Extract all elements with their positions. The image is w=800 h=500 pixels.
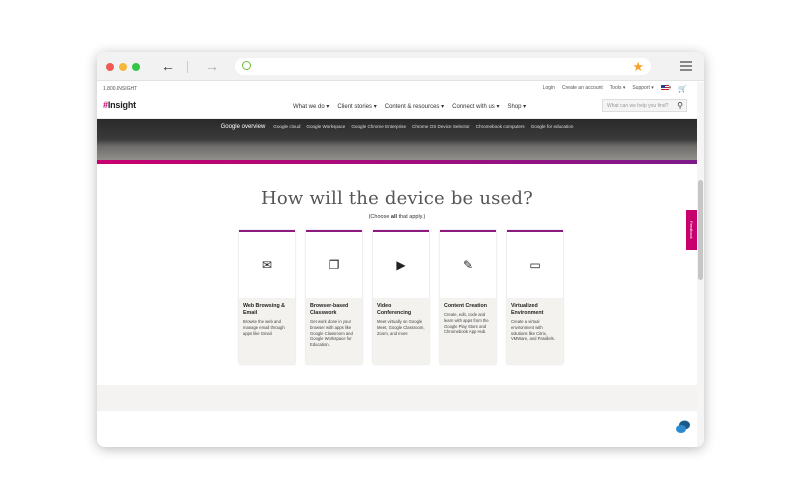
bookmark-star-icon[interactable]: ★ bbox=[632, 58, 644, 75]
utility-bar: 1.800.INSIGHT Login Create an account To… bbox=[97, 82, 697, 95]
hero-accent-strip bbox=[97, 160, 697, 164]
page-scrollbar[interactable] bbox=[697, 82, 704, 447]
card-video-conferencing[interactable]: ▶ Video Conferencing Meet virtually on G… bbox=[373, 230, 429, 364]
nav-content-resources[interactable]: Content & resources ▾ bbox=[385, 103, 444, 110]
minimize-window-button[interactable] bbox=[119, 63, 127, 71]
utility-links: Login Create an account Tools ▾ Support … bbox=[543, 85, 687, 93]
google-subnav: Google overview Google cloud Google Work… bbox=[97, 124, 697, 130]
nav-client-stories[interactable]: Client stories ▾ bbox=[337, 103, 376, 110]
login-link[interactable]: Login bbox=[543, 85, 555, 93]
close-window-button[interactable] bbox=[106, 63, 114, 71]
scrollbar-thumb[interactable] bbox=[698, 180, 703, 280]
maximize-window-button[interactable] bbox=[132, 63, 140, 71]
envelope-icon: ✉ bbox=[261, 258, 273, 272]
nav-links: What we do ▾ Client stories ▾ Content & … bbox=[293, 103, 526, 110]
subnav-device-selector[interactable]: Chrome OS Device Selector bbox=[412, 124, 470, 130]
footer-band bbox=[97, 385, 697, 411]
hero-banner: Google overview Google cloud Google Work… bbox=[97, 119, 697, 164]
subnav-google-workspace[interactable]: Google Workspace bbox=[306, 124, 345, 130]
back-arrow-icon[interactable]: ← bbox=[161, 58, 175, 74]
web-page: 1.800.INSIGHT Login Create an account To… bbox=[97, 82, 697, 447]
card-description: Get work done in your browser with apps … bbox=[310, 319, 353, 348]
nav-what-we-do[interactable]: What we do ▾ bbox=[293, 103, 329, 110]
hamburger-menu-icon[interactable] bbox=[680, 61, 692, 73]
forward-arrow-icon[interactable]: → bbox=[205, 58, 219, 74]
card-title: Content Creation bbox=[444, 303, 487, 309]
secure-icon bbox=[242, 61, 251, 70]
card-virtualized-environment[interactable]: ▭ Virtualized Environment Create a virtu… bbox=[507, 230, 563, 364]
card-title: Video Conferencing bbox=[377, 303, 412, 316]
card-web-browsing[interactable]: ✉ Web Browsing & Email Browse the web an… bbox=[239, 230, 295, 364]
toolbar-divider bbox=[187, 61, 188, 73]
edit-icon: ✎ bbox=[462, 258, 474, 272]
tools-menu[interactable]: Tools ▾ bbox=[610, 85, 626, 93]
nav-shop[interactable]: Shop ▾ bbox=[507, 103, 526, 110]
browser-window: ← → ★ 1.800.INSIGHT Login Create an acco… bbox=[97, 52, 704, 447]
subnav-google-education[interactable]: Google for education bbox=[531, 124, 574, 130]
card-title: Browser-based Classwork bbox=[310, 303, 349, 316]
create-account-link[interactable]: Create an account bbox=[562, 85, 603, 93]
search-input[interactable]: What can we help you find? ⚲ bbox=[602, 99, 687, 112]
card-content-creation[interactable]: ✎ Content Creation Create, edit, code an… bbox=[440, 230, 496, 364]
browser-toolbar: ← → ★ bbox=[97, 52, 704, 81]
subnav-chrome-enterprise[interactable]: Google Chrome Enterprise bbox=[351, 124, 406, 130]
page-subtitle: (Choose all that apply.) bbox=[368, 214, 426, 220]
card-description: Create, edit, code and learn with apps f… bbox=[444, 312, 489, 335]
chat-bubbles-icon[interactable] bbox=[675, 419, 691, 435]
subnav-google-overview[interactable]: Google overview bbox=[221, 124, 266, 130]
insight-logo[interactable]: #Insight bbox=[103, 100, 136, 110]
card-description: Browse the web and manage email through … bbox=[243, 319, 285, 336]
usage-cards: ✉ Web Browsing & Email Browse the web an… bbox=[239, 230, 563, 364]
nav-connect[interactable]: Connect with us ▾ bbox=[452, 103, 499, 110]
region-menu[interactable]: ▾ bbox=[660, 85, 671, 93]
page-title: How will the device be used? bbox=[261, 188, 533, 209]
cart-icon[interactable]: 🛒 bbox=[678, 85, 687, 93]
search-icon[interactable]: ⚲ bbox=[677, 100, 683, 111]
feedback-tab[interactable]: Feedback bbox=[686, 210, 697, 250]
address-bar[interactable]: ★ bbox=[235, 58, 651, 75]
card-browser-classwork[interactable]: ❐ Browser-based Classwork Get work done … bbox=[306, 230, 362, 364]
phone-number: 1.800.INSIGHT bbox=[103, 86, 138, 92]
subnav-chromebook-computers[interactable]: Chromebook computers bbox=[476, 124, 525, 130]
card-title: Virtualized Environment bbox=[511, 303, 544, 316]
card-description: Create a virtual environment with soluti… bbox=[511, 319, 555, 342]
card-title: Web Browsing & Email bbox=[243, 303, 285, 316]
video-camera-icon: ▶ bbox=[396, 258, 406, 272]
card-description: Meet virtually on Google Meet, Google Cl… bbox=[377, 319, 425, 336]
monitor-icon: ▭ bbox=[529, 258, 541, 272]
documents-icon: ❐ bbox=[328, 258, 340, 272]
main-navigation: #Insight What we do ▾ Client stories ▾ C… bbox=[97, 95, 697, 119]
us-flag-icon bbox=[660, 85, 669, 91]
support-menu[interactable]: Support ▾ bbox=[632, 85, 653, 93]
subnav-google-cloud[interactable]: Google cloud bbox=[273, 124, 300, 130]
